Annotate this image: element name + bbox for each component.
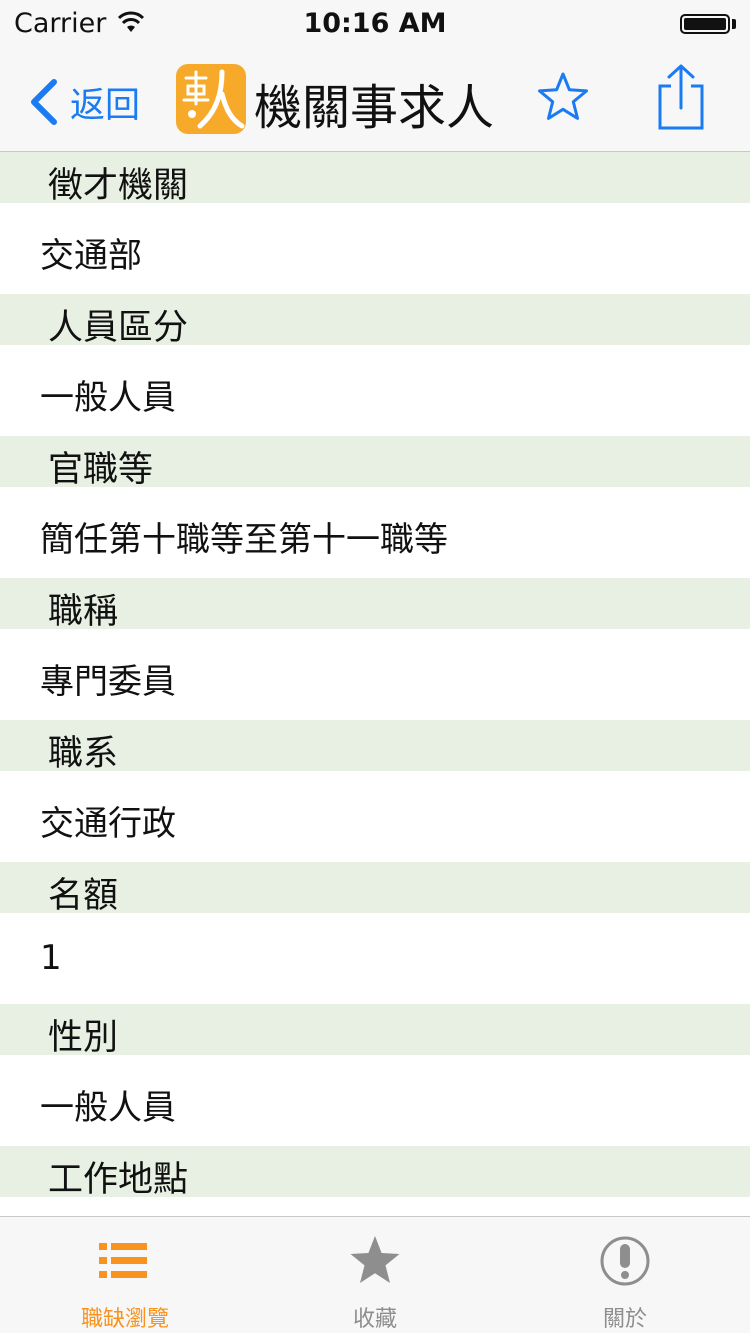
section-header-label: 職稱: [48, 592, 119, 632]
tab-favorites[interactable]: 收藏: [250, 1217, 500, 1334]
status-time: 10:16 AM: [303, 8, 447, 39]
section-value-text: 專門委員: [40, 662, 176, 702]
section-header-label: 官職等: [48, 450, 154, 490]
section-header-label: 性別: [48, 1018, 119, 1058]
section-header-work-location: 工作地點: [0, 1146, 750, 1200]
tab-label: 關於: [602, 1307, 647, 1332]
section-value-rank: 簡任第十職等至第十一職等: [0, 487, 750, 578]
tab-bar: 職缺瀏覽 收藏 關於: [0, 1216, 750, 1333]
status-bar: Carrier 10:16 AM: [0, 0, 750, 50]
section-header-label: 職系: [48, 734, 119, 774]
section-value-text: 交通部: [40, 236, 142, 276]
section-header-label: 工作地點: [48, 1160, 189, 1200]
share-icon[interactable]: [654, 62, 708, 132]
section-header-label: 名額: [48, 876, 119, 916]
section-value-job-series: 交通行政: [0, 771, 750, 862]
section-header-openings: 名額: [0, 862, 750, 916]
back-button[interactable]: 返回: [26, 74, 140, 130]
navigation-bar: 返回 機關事求人: [0, 50, 750, 152]
tab-job-browse[interactable]: 職缺瀏覽: [0, 1217, 250, 1334]
tab-label: 職缺瀏覽: [80, 1307, 169, 1332]
section-header-agency: 徵才機關: [0, 152, 750, 206]
section-value-personnel-type: 一般人員: [0, 345, 750, 436]
battery-icon: [680, 14, 730, 34]
job-detail-list[interactable]: 徵才機關 交通部 人員區分 一般人員 官職等 簡任第十職等至第十一職等 職稱 專…: [0, 152, 750, 1216]
section-header-gender: 性別: [0, 1004, 750, 1058]
back-label: 返回: [70, 85, 141, 126]
section-value-openings: 1: [0, 913, 750, 1004]
section-header-rank: 官職等: [0, 436, 750, 490]
section-value-job-title: 專門委員: [0, 629, 750, 720]
page-title: 機關事求人: [254, 80, 495, 136]
section-header-personnel-type: 人員區分: [0, 294, 750, 348]
section-header-job-series: 職系: [0, 720, 750, 774]
section-header-job-title: 職稱: [0, 578, 750, 632]
tab-label: 收藏: [352, 1307, 397, 1332]
section-value-text: 一般人員: [40, 1088, 176, 1128]
section-value-gender: 一般人員: [0, 1055, 750, 1146]
tab-about[interactable]: 關於: [500, 1217, 750, 1334]
section-value-text: 一般人員: [40, 378, 176, 418]
star-filled-icon: [350, 1236, 400, 1283]
star-outline-icon[interactable]: [536, 70, 590, 124]
section-value-text: 1: [40, 938, 62, 978]
info-exclamation-icon: [600, 1236, 650, 1286]
section-value-text: 交通行政: [40, 804, 176, 844]
section-value-text: 簡任第十職等至第十一職等: [40, 520, 448, 560]
section-header-label: 徵才機關: [48, 166, 189, 206]
section-header-label: 人員區分: [48, 308, 189, 348]
section-value-agency: 交通部: [0, 203, 750, 294]
list-icon: [99, 1243, 147, 1278]
battery-tip: [732, 19, 736, 29]
app-logo-icon: [176, 64, 246, 134]
section-value-work-location: [0, 1197, 750, 1216]
chevron-left-icon: [31, 79, 57, 125]
